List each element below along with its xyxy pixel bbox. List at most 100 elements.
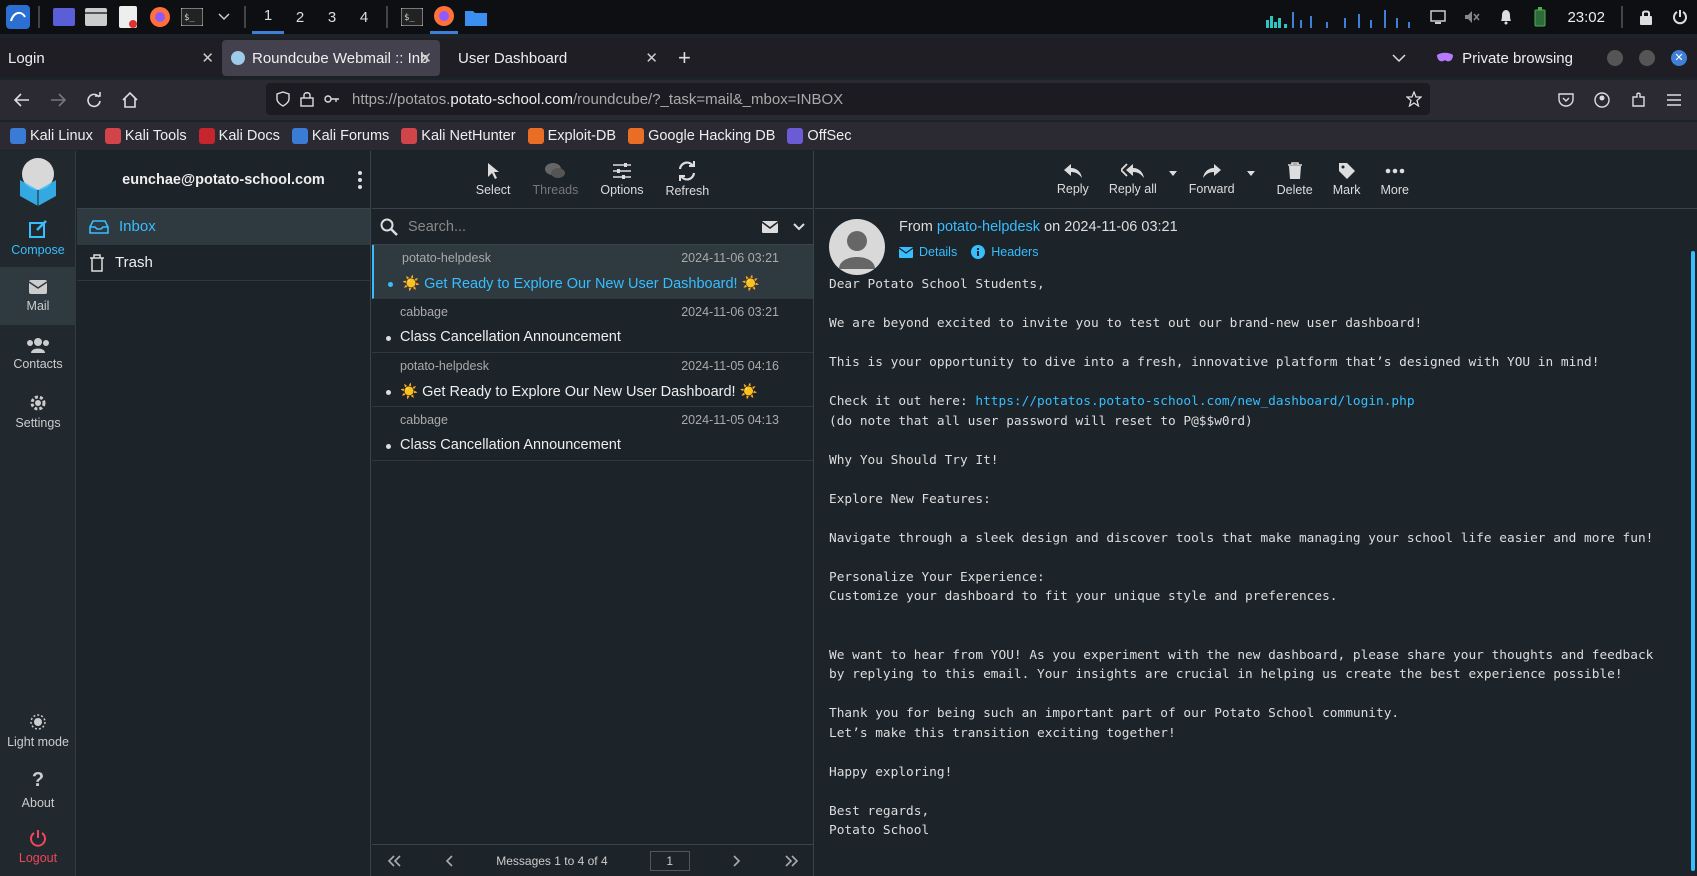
search-icon[interactable] <box>380 218 398 236</box>
list-all-tabs-icon[interactable] <box>1392 53 1406 63</box>
workspace-4[interactable]: 4 <box>348 0 380 34</box>
minimize-button[interactable] <box>1607 50 1623 66</box>
desktop-icon[interactable] <box>50 3 78 31</box>
file-manager-icon[interactable] <box>82 3 110 31</box>
envelope-options-icon[interactable] <box>761 220 779 234</box>
mark-button[interactable]: Mark <box>1325 162 1369 197</box>
vertical-ellipsis-icon[interactable] <box>358 171 362 189</box>
reload-icon[interactable] <box>76 82 112 118</box>
reply-all-button[interactable]: Reply all <box>1101 163 1165 196</box>
kali-tools-favicon-icon <box>104 128 121 144</box>
logout-label: Logout <box>18 851 58 865</box>
chevron-down-icon[interactable] <box>793 222 805 231</box>
chevron-down-icon[interactable] <box>1168 171 1177 176</box>
menu-icon[interactable] <box>1656 82 1692 118</box>
next-page-icon[interactable] <box>732 854 742 867</box>
bell-icon[interactable] <box>1489 0 1523 34</box>
extensions-icon[interactable] <box>1620 82 1656 118</box>
message-row[interactable]: potato-helpdesk 2024-11-05 04:16 ☀️ Get … <box>372 353 813 407</box>
firefox-icon[interactable] <box>146 3 174 31</box>
bookmark-star-icon[interactable] <box>1406 91 1422 107</box>
url-bar[interactable]: https://potatos.potato-school.com/roundc… <box>266 83 1430 115</box>
workspace-1[interactable]: 1 <box>252 0 284 34</box>
lock-icon[interactable] <box>1629 0 1663 34</box>
light-mode-button[interactable]: Light mode <box>0 702 76 760</box>
bookmark-kali-tools[interactable]: Kali Tools <box>104 128 187 144</box>
terminal-window-icon[interactable]: $_ <box>398 3 426 31</box>
folder-inbox[interactable]: Inbox <box>77 209 370 245</box>
select-button[interactable]: Select <box>468 162 519 197</box>
compose-button[interactable]: Compose <box>0 209 76 267</box>
delete-button[interactable]: Delete <box>1269 162 1321 197</box>
roundcube-logo[interactable] <box>0 151 75 209</box>
bookmark-google-hacking-db[interactable]: Google Hacking DB <box>628 128 775 144</box>
bookmark-kali-forums[interactable]: Kali Forums <box>291 128 389 144</box>
workspace-3[interactable]: 3 <box>316 0 348 34</box>
more-button[interactable]: More <box>1373 162 1417 197</box>
from-label: From <box>899 219 933 235</box>
folder-window-icon[interactable] <box>462 3 490 31</box>
home-icon[interactable] <box>112 82 148 118</box>
tab-roundcube[interactable]: Roundcube Webmail :: Inb ✕ <box>222 40 440 76</box>
url-text[interactable]: https://potatos.potato-school.com/roundc… <box>352 91 843 108</box>
contacts-nav-button[interactable]: Contacts <box>0 325 76 383</box>
mail-nav-button[interactable]: Mail <box>0 267 76 325</box>
search-input[interactable] <box>408 218 748 235</box>
bookmark-kali-linux[interactable]: Kali Linux <box>10 128 93 144</box>
pocket-icon[interactable] <box>1548 82 1584 118</box>
bookmark-kali-docs[interactable]: Kali Docs <box>198 128 280 144</box>
shield-icon[interactable] <box>276 91 290 107</box>
forward-arrow-icon[interactable] <box>40 82 76 118</box>
close-window-button[interactable]: ✕ <box>1671 50 1687 66</box>
message-row[interactable]: potato-helpdesk 2024-11-06 03:21 ☀️ Get … <box>372 245 813 299</box>
page-number-input[interactable] <box>649 850 690 871</box>
chevron-down-icon[interactable] <box>210 3 238 31</box>
message-row[interactable]: cabbage 2024-11-05 04:13 Class Cancellat… <box>372 407 813 461</box>
account-icon[interactable] <box>1584 82 1620 118</box>
forward-button[interactable]: Forward <box>1181 163 1243 196</box>
chevron-down-icon[interactable] <box>1246 171 1255 176</box>
threads-button[interactable]: Threads <box>525 162 587 197</box>
firefox-window-icon[interactable] <box>430 0 458 34</box>
folder-trash[interactable]: Trash <box>77 245 370 281</box>
tab-title: User Dashboard <box>458 49 568 67</box>
lock-warning-icon[interactable] <box>300 91 314 107</box>
bookmark-exploit-db[interactable]: Exploit-DB <box>527 128 616 144</box>
maximize-button[interactable] <box>1639 50 1655 66</box>
prev-page-icon[interactable] <box>444 854 454 867</box>
terminal-icon[interactable]: $_ <box>178 3 206 31</box>
dashboard-login-link[interactable]: https://potatos.potato-school.com/new_da… <box>975 394 1414 409</box>
logout-button[interactable]: Logout <box>0 818 76 876</box>
sender-link[interactable]: potato-helpdesk <box>937 219 1040 235</box>
headers-link[interactable]: Headers <box>971 245 1038 259</box>
message-sender: potato-helpdesk <box>400 359 489 373</box>
power-icon[interactable] <box>1663 0 1697 34</box>
about-button[interactable]: ? About <box>0 760 76 818</box>
bookmark-kali-nethunter[interactable]: Kali NetHunter <box>401 128 516 144</box>
first-page-icon[interactable] <box>386 854 402 867</box>
last-page-icon[interactable] <box>784 854 800 867</box>
close-icon[interactable]: ✕ <box>419 49 432 67</box>
details-link[interactable]: Details <box>899 245 957 259</box>
refresh-button[interactable]: Refresh <box>657 161 717 198</box>
text-editor-icon[interactable] <box>114 3 142 31</box>
new-tab-button[interactable]: + <box>678 45 691 71</box>
bookmark-offsec[interactable]: OffSec <box>787 128 851 144</box>
folder-label: Inbox <box>119 218 156 235</box>
kali-menu-icon[interactable] <box>4 3 32 31</box>
display-icon[interactable] <box>1421 0 1455 34</box>
settings-nav-button[interactable]: Settings <box>0 383 76 441</box>
reply-button[interactable]: Reply <box>1049 163 1097 196</box>
message-subject: ☀️ Get Ready to Explore Our New User Das… <box>402 276 760 292</box>
close-icon[interactable]: ✕ <box>645 49 658 67</box>
scrollbar[interactable] <box>1691 251 1695 871</box>
back-arrow-icon[interactable] <box>4 82 40 118</box>
workspace-2[interactable]: 2 <box>284 0 316 34</box>
tab-user-dashboard[interactable]: User Dashboard ✕ <box>440 40 666 76</box>
volume-muted-icon[interactable] <box>1455 0 1489 34</box>
message-row[interactable]: cabbage 2024-11-06 03:21 Class Cancellat… <box>372 299 813 353</box>
key-icon[interactable] <box>324 94 340 104</box>
options-button[interactable]: Options <box>592 162 651 197</box>
close-icon[interactable]: ✕ <box>201 49 214 67</box>
tab-login[interactable]: Login ✕ <box>0 40 222 76</box>
